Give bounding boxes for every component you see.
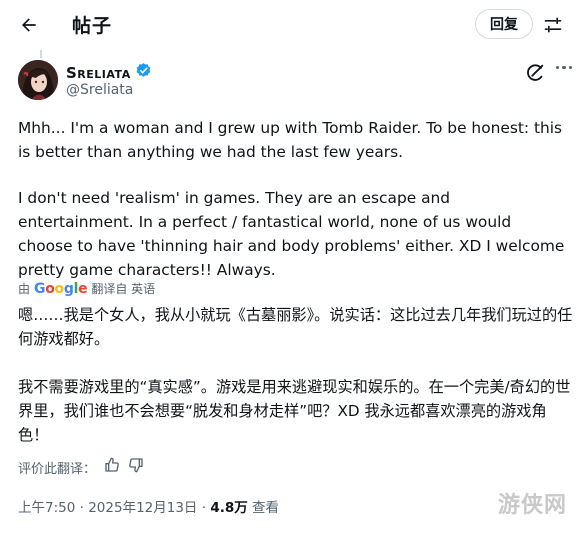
avatar[interactable] <box>18 60 58 100</box>
google-logo: Google <box>34 280 88 297</box>
tweet-date[interactable]: 2025年12月13日 <box>88 500 197 516</box>
views-label: 查看 <box>252 500 280 516</box>
tweet-text-para2: I don't need 'realism' in games. They ar… <box>18 189 565 279</box>
thread-line <box>40 50 42 58</box>
watermark: 游侠网 <box>498 493 568 518</box>
page-title: 帖子 <box>72 15 113 37</box>
tweet-time[interactable]: 上午7:50 <box>18 500 75 516</box>
meta-separator: · <box>201 500 207 516</box>
grok-icon[interactable] <box>524 62 546 84</box>
adjust-icon[interactable] <box>540 12 566 38</box>
more-icon[interactable] <box>556 66 573 70</box>
top-bar: 帖子 回复 <box>0 0 584 50</box>
back-arrow-icon[interactable] <box>14 10 44 40</box>
tweet-text-para1: Mhh... I'm a woman and I grew up with To… <box>18 119 563 161</box>
translation-by: 由 <box>18 282 31 296</box>
translated-text-para2: 我不需要游戏里的“真实感”。游戏是用来逃避现实和娱乐的。在一个完美/奇幻的世界里… <box>18 378 571 444</box>
author-handle[interactable]: @Sreliata <box>66 82 133 98</box>
rate-translation-label: 评价此翻译： <box>18 461 97 477</box>
thumbs-down-icon[interactable] <box>128 457 144 477</box>
translated-text-para1: 嗯……我是个女人，我从小就玩《古墓丽影》。说实话：这比过去几年我们玩过的任何游戏… <box>18 306 573 348</box>
author-name-text: Sreliata <box>66 63 131 82</box>
reply-button[interactable]: 回复 <box>475 9 533 39</box>
meta-separator: · <box>79 500 84 516</box>
translation-attribution: 由 Google 翻译自 英语 <box>18 280 155 297</box>
author-name[interactable]: Sreliata <box>66 62 152 83</box>
verified-badge-icon <box>135 62 152 83</box>
rate-translation: 评价此翻译： <box>18 457 144 477</box>
view-count: 4.8万 <box>210 500 248 516</box>
thumbs-up-icon[interactable] <box>104 457 120 477</box>
tweet-meta: 上午7:50 · 2025年12月13日 · 4.8万 查看 <box>18 496 279 516</box>
translation-source: 翻译自 英语 <box>91 282 156 296</box>
